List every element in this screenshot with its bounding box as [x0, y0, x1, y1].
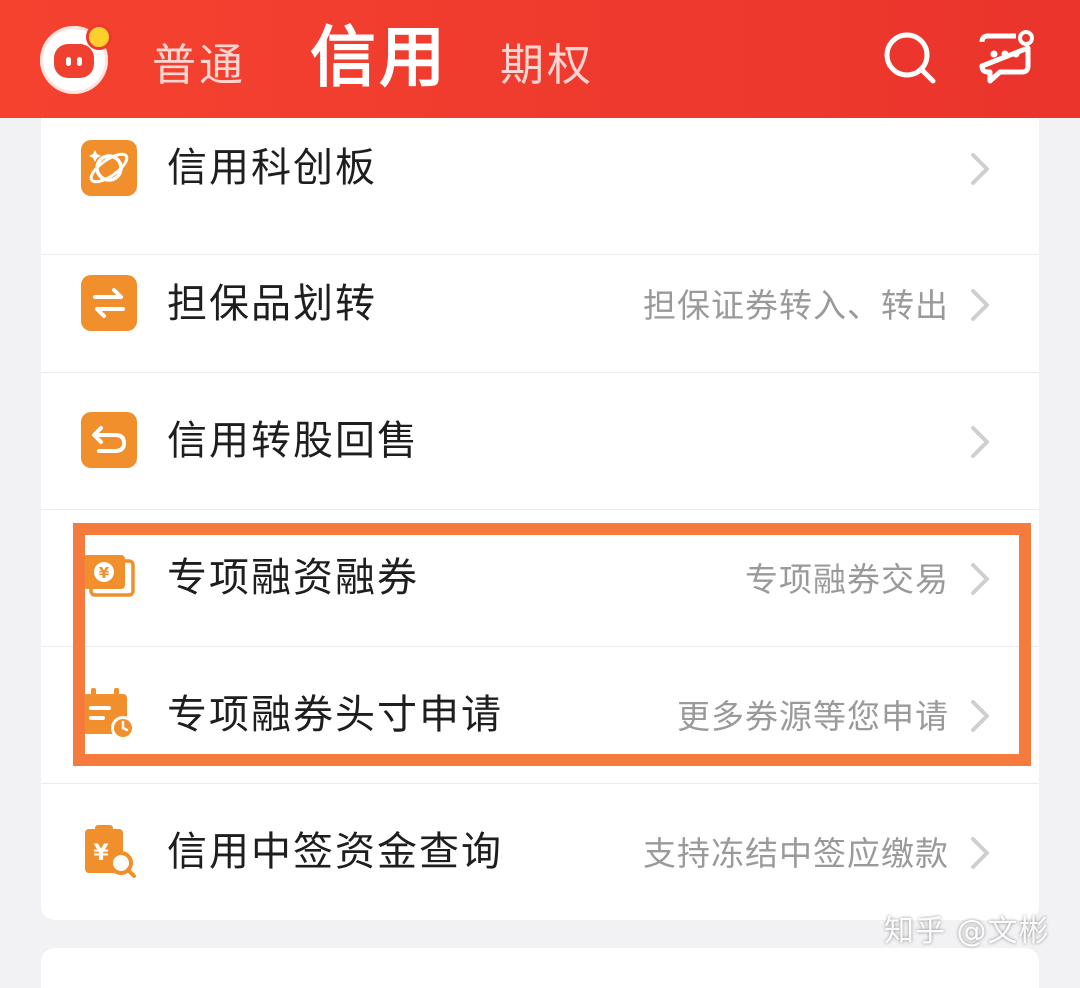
- chevron-right-icon: [971, 563, 989, 595]
- menu-item-collateral-transfer[interactable]: 担保品划转 担保证券转入、转出: [41, 236, 1039, 373]
- menu-item-subtitle: 专项融券交易: [745, 560, 949, 599]
- menu-item-credit-lottery-funds-query[interactable]: ¥ 信用中签资金查询 支持冻结中签应缴款: [41, 784, 1039, 921]
- tab-normal[interactable]: 普通: [152, 38, 246, 94]
- menu-item-special-position-application[interactable]: 专项融券头寸申请 更多券源等您申请: [41, 647, 1039, 784]
- menu-item-title: 信用科创板: [167, 145, 377, 191]
- chevron-right-icon: [971, 289, 989, 321]
- menu-item-title: 担保品划转: [167, 281, 377, 327]
- menu-item-special-margin-trading[interactable]: ¥ 专项融资融券 专项融券交易: [41, 510, 1039, 647]
- credit-menu-list: 信用科创板 担保品划转 担保证券转入、转出 信用转股回售 ¥ 专项融资融券 专项…: [41, 118, 1039, 920]
- chevron-right-icon: [971, 426, 989, 458]
- logo-eye-right: [77, 57, 82, 66]
- transfer-arrows-icon: [81, 275, 137, 331]
- top-nav-bar: 普通 信用 期权: [0, 0, 1080, 118]
- yuan-card-icon: ¥: [81, 549, 137, 605]
- message-icon[interactable]: [976, 28, 1036, 88]
- menu-item-title: 信用中签资金查询: [167, 829, 503, 875]
- logo-dot: [86, 24, 112, 50]
- svg-text:¥: ¥: [93, 841, 109, 866]
- watermark-text: 知乎 @文彬: [884, 914, 1050, 949]
- app-logo-icon[interactable]: [40, 24, 112, 94]
- menu-item-title: 信用转股回售: [167, 418, 419, 464]
- menu-item-title: 专项融资融券: [167, 555, 419, 601]
- tab-option[interactable]: 期权: [500, 38, 594, 94]
- planet-icon: [81, 140, 137, 196]
- calendar-clock-icon: [81, 686, 137, 742]
- logo-eye-left: [66, 57, 71, 66]
- search-icon[interactable]: [880, 28, 940, 88]
- chevron-right-icon: [971, 700, 989, 732]
- chevron-right-icon: [971, 153, 989, 185]
- tab-credit[interactable]: 信用: [310, 18, 448, 98]
- menu-item-subtitle: 担保证券转入、转出: [643, 286, 949, 325]
- menu-item-title: 专项融券头寸申请: [167, 692, 503, 738]
- menu-item-subtitle: 支持冻结中签应缴款: [643, 834, 949, 873]
- menu-item-credit-star-market[interactable]: 信用科创板: [41, 118, 1039, 255]
- menu-item-subtitle: 更多券源等您申请: [677, 697, 949, 736]
- menu-item-credit-conversion-resale[interactable]: 信用转股回售: [41, 373, 1039, 510]
- logo-face: [54, 44, 94, 78]
- chevron-right-icon: [971, 837, 989, 869]
- svg-text:¥: ¥: [99, 564, 110, 582]
- return-arrow-icon: [81, 412, 137, 468]
- next-card: [41, 948, 1039, 988]
- yuan-search-icon: ¥: [81, 823, 137, 879]
